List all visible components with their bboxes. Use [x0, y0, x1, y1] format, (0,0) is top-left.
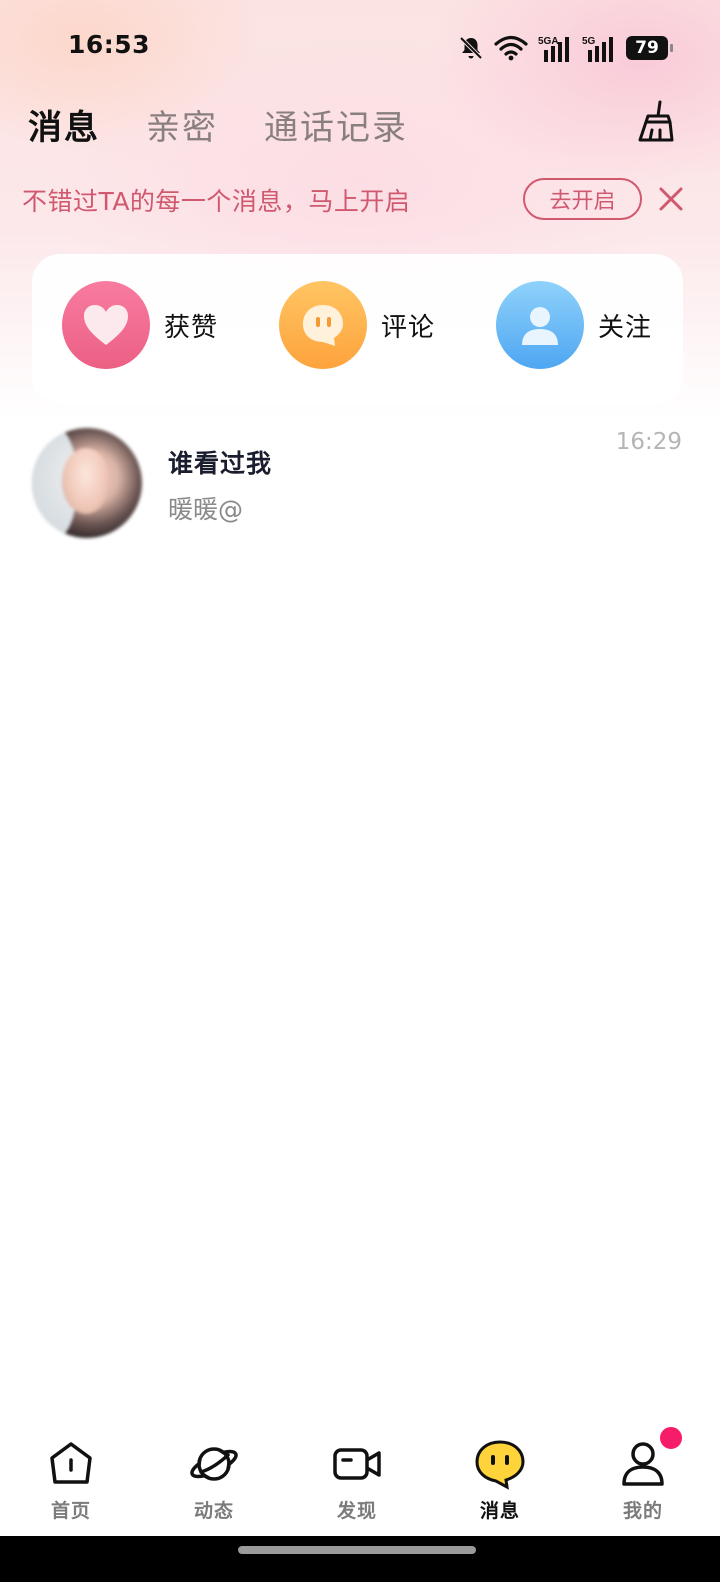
- nav-item-feed[interactable]: 动态: [164, 1438, 264, 1523]
- nav-label-messages: 消息: [479, 1500, 520, 1522]
- mute-bell-icon: [459, 36, 483, 60]
- tab-intimate[interactable]: 亲密: [146, 100, 218, 149]
- likes-label: 获赞: [164, 312, 219, 343]
- avatar: [32, 428, 142, 538]
- message-title: 谁看过我: [168, 449, 273, 478]
- home-indicator[interactable]: [238, 1546, 476, 1554]
- tab-messages[interactable]: 消息: [28, 100, 100, 149]
- nav-label-home: 首页: [50, 1500, 91, 1522]
- follows-entry[interactable]: 关注: [496, 281, 652, 369]
- planet-icon: [190, 1447, 238, 1481]
- status-icons: 5GA 5G 79: [458, 34, 673, 62]
- nav-label-profile: 我的: [622, 1500, 663, 1522]
- interaction-card: 获赞 评论 关注: [32, 254, 683, 404]
- message-preview: 暖暖@: [168, 495, 244, 524]
- home-icon: [50, 1442, 92, 1484]
- battery-level: 79: [635, 38, 659, 58]
- chat-bubble-icon: [475, 1440, 525, 1490]
- video-camera-icon: [333, 1448, 381, 1480]
- nav-label-feed: 动态: [193, 1500, 234, 1522]
- nav-item-profile[interactable]: 我的: [593, 1438, 693, 1523]
- wifi-icon: [494, 35, 528, 61]
- comments-label: 评论: [381, 312, 436, 343]
- top-tabs: 消息 亲密 通话记录: [28, 100, 454, 149]
- message-time: 16:29: [615, 429, 682, 455]
- nav-label-discover: 发现: [336, 1500, 377, 1522]
- bottom-nav: 首页 动态 发现 消息 我的: [0, 1418, 720, 1536]
- person-icon: [496, 281, 584, 369]
- nav-item-home[interactable]: 首页: [21, 1438, 121, 1523]
- notification-badge: [658, 1425, 684, 1451]
- list-item[interactable]: 谁看过我 暖暖@ 16:29: [0, 420, 720, 548]
- comment-icon: [279, 281, 367, 369]
- status-time: 16:53: [68, 30, 151, 59]
- heart-icon: [62, 281, 150, 369]
- battery-icon: 79: [626, 36, 673, 60]
- network-label-5ga: 5GA: [538, 36, 559, 47]
- close-icon[interactable]: [656, 184, 686, 214]
- nav-item-discover[interactable]: 发现: [307, 1438, 407, 1523]
- likes-entry[interactable]: 获赞: [62, 281, 218, 369]
- status-bar: 16:53 5GA 5G 79: [0, 0, 720, 96]
- follows-label: 关注: [598, 312, 653, 343]
- network-label-5g: 5G: [582, 36, 596, 47]
- signal-icon: 5G: [582, 36, 613, 62]
- signal-icon: 5GA: [538, 36, 569, 62]
- nav-item-messages[interactable]: 消息: [450, 1438, 550, 1523]
- comments-entry[interactable]: 评论: [279, 281, 435, 369]
- system-nav-bar: [0, 1536, 720, 1582]
- enable-notifications-button[interactable]: 去开启: [523, 178, 642, 220]
- notification-notice: 不错过TA的每一个消息，马上开启: [22, 187, 411, 216]
- broom-icon[interactable]: [636, 100, 676, 144]
- tab-call-records[interactable]: 通话记录: [264, 100, 408, 149]
